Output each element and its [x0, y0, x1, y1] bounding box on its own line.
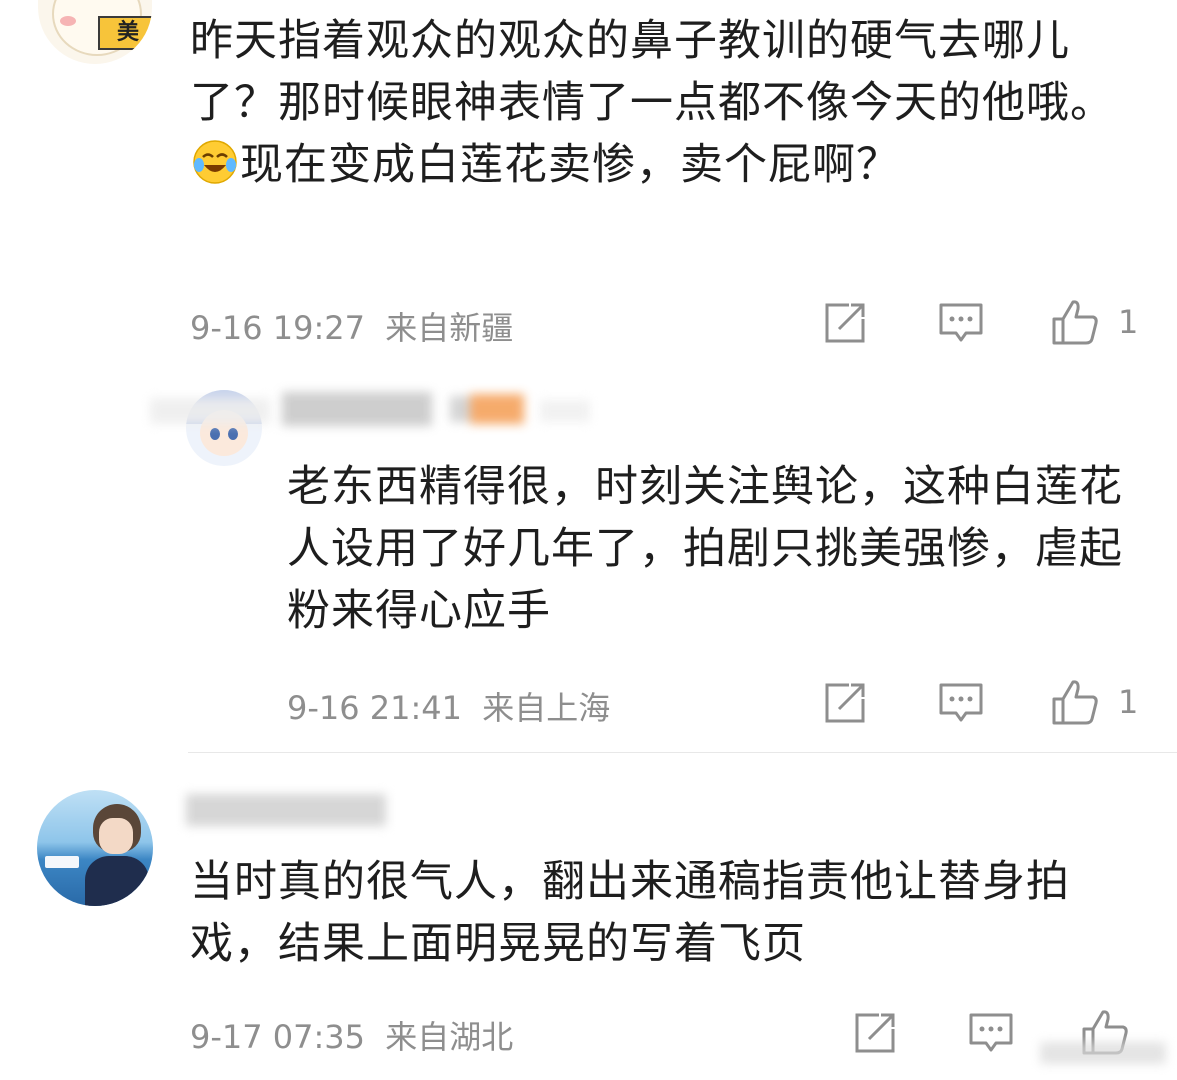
like-count: 1 [1118, 683, 1139, 721]
laugh-cry-icon [192, 139, 238, 185]
avatar-boat [45, 856, 79, 868]
comment-meta: 9-16 19:27 来自新疆 [190, 303, 513, 349]
avatar[interactable] [37, 790, 153, 906]
comment-text-part: 现在变成白莲花卖惨，卖个屁啊？ [240, 140, 900, 190]
avatar-cheek [60, 16, 76, 26]
username-blurred [186, 786, 396, 836]
comment-icon [939, 683, 983, 722]
thumbs-up-icon [1052, 300, 1098, 345]
reply-button[interactable] [938, 680, 984, 726]
reply-meta: 9-16 21:41 来自上海 [287, 683, 610, 729]
username-blurred [150, 380, 590, 440]
comment-text: 昨天指着观众的观众的鼻子教训的硬气去哪儿了？那时候眼神表情了一点都不像今天的他哦… [190, 10, 1120, 196]
comment-location: 来自湖北 [385, 1018, 514, 1056]
avatar-body [85, 856, 149, 906]
reply-text: 老东西精得很，时刻关注舆论，这种白莲花人设用了好几年了，拍剧只挑美强惨，虐起粉来… [287, 462, 1123, 636]
share-button[interactable] [822, 680, 868, 726]
like-count: 1 [1118, 303, 1139, 341]
comment-meta: 9-17 07:35 来自湖北 [190, 1012, 513, 1058]
share-button[interactable] [822, 300, 868, 346]
share-icon [825, 303, 865, 343]
reply-button[interactable] [938, 300, 984, 346]
reply-button[interactable] [968, 1010, 1014, 1056]
avatar-badge: 美 [98, 16, 152, 50]
divider [188, 752, 1177, 753]
comment-icon [939, 303, 983, 342]
comment-time: 9-17 07:35 [190, 1018, 366, 1056]
watermark-blurred [1040, 1036, 1170, 1070]
share-icon [855, 1013, 895, 1053]
comment-text-part: 昨天指着观众的观众的鼻子教训的硬气去哪儿了？那时候眼神表情了一点都不像今天的他哦… [190, 16, 1114, 128]
reply-location: 来自上海 [482, 689, 611, 727]
reply-time: 9-16 21:41 [287, 689, 463, 727]
like-button[interactable] [1050, 298, 1100, 346]
like-button[interactable] [1050, 678, 1100, 726]
share-button[interactable] [852, 1010, 898, 1056]
comment-icon [969, 1013, 1013, 1052]
comment-time: 9-16 19:27 [190, 309, 366, 347]
avatar-face [99, 818, 133, 854]
comment-location: 来自新疆 [385, 309, 514, 347]
share-icon [825, 683, 865, 723]
avatar[interactable]: 美 [38, 0, 152, 64]
comment-text: 当时真的很气人，翻出来通稿指责他让替身拍戏，结果上面明晃晃的写着飞页 [190, 857, 1070, 969]
thumbs-up-icon [1052, 680, 1098, 725]
